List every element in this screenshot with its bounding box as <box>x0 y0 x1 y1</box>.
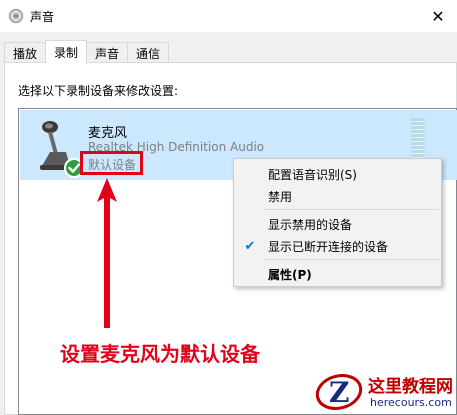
annotation-text: 设置麦克风为默认设备 <box>60 342 260 366</box>
close-icon: ✕ <box>431 6 445 26</box>
close-button[interactable]: ✕ <box>419 0 457 32</box>
svg-text:Z: Z <box>329 376 349 409</box>
highlight-box <box>80 151 143 175</box>
menu-item-label: 显示已断开连接的设备 <box>268 239 389 254</box>
menu-item-properties[interactable]: 属性(P) <box>234 263 441 285</box>
device-name: 麦克风 <box>88 126 128 141</box>
watermark-url: herecours.com <box>370 396 452 409</box>
menu-item-label: 属性(P) <box>268 267 312 282</box>
menu-item-show-disconnected[interactable]: ✔ 显示已断开连接的设备 <box>234 235 441 257</box>
watermark-title: 这里教程网 <box>368 377 453 397</box>
window-title: 声音 <box>30 10 55 24</box>
arrow-up-icon <box>97 178 117 328</box>
speaker-icon <box>9 9 23 23</box>
tab-recording[interactable]: 录制 <box>45 40 88 63</box>
tab-communications[interactable]: 通信 <box>127 42 170 63</box>
checkmark-icon: ✔ <box>244 238 256 254</box>
instruction-text: 选择以下录制设备来修改设置: <box>18 84 179 98</box>
tab-playback[interactable]: 播放 <box>4 42 47 63</box>
menu-item-label: 配置语音识别(S) <box>268 167 357 182</box>
menu-separator <box>264 209 439 210</box>
title-bar: 声音 ✕ <box>0 0 457 32</box>
menu-item-label: 禁用 <box>268 189 293 204</box>
tab-sounds[interactable]: 声音 <box>86 42 129 63</box>
menu-item-disable[interactable]: 禁用 <box>234 185 441 207</box>
tab-strip: 播放 录制 声音 通信 <box>4 40 170 63</box>
menu-item-label: 显示禁用的设备 <box>268 217 353 232</box>
menu-separator <box>264 259 439 260</box>
menu-item-show-disabled[interactable]: 显示禁用的设备 <box>234 213 441 235</box>
menu-item-configure-speech[interactable]: 配置语音识别(S) <box>234 163 441 185</box>
context-menu: 配置语音识别(S) 禁用 显示禁用的设备 ✔ 显示已断开连接的设备 属性(P) <box>233 158 442 287</box>
